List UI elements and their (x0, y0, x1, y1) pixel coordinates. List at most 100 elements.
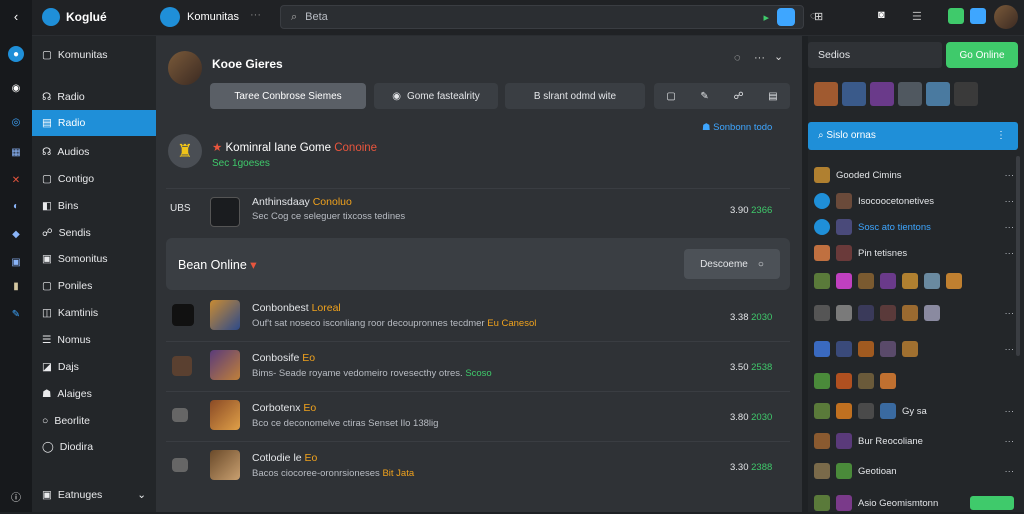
game-icon[interactable]: ✕ (8, 172, 24, 188)
nav-item[interactable]: ○ Beorlite (32, 408, 156, 434)
nav-item[interactable]: ▢ Poniles (32, 273, 156, 299)
nav-item-active[interactable]: ▤ Radio (32, 110, 156, 136)
link-icon[interactable]: ☍ (733, 91, 743, 102)
side-list-item[interactable]: Geotioan ··· (814, 460, 1014, 482)
nav-item[interactable]: ◫ Kamtinis (32, 300, 156, 326)
feed-row[interactable]: Conbonbest Loreal Ouf't sat noseco iscon… (166, 294, 790, 342)
people-icon: ☗ (42, 388, 52, 400)
entry-row[interactable]: UBS Anthinsdaay Conoluo Sec Cog ce seleg… (166, 188, 790, 234)
qr-icon[interactable]: ▣ (8, 254, 24, 270)
back-icon[interactable]: ‹ (8, 8, 24, 24)
image-icon[interactable]: ▤ (768, 91, 777, 102)
search-input[interactable]: Beta (305, 11, 328, 23)
more-icon[interactable]: ··· (250, 9, 261, 21)
feed-meta: 3.38 2030 (730, 312, 773, 323)
user-thumb[interactable] (814, 82, 838, 106)
user-thumb[interactable] (898, 82, 922, 106)
banner[interactable]: ⌕ Sislo ornas ⋮ (808, 122, 1018, 150)
avatar (880, 341, 896, 357)
user-thumb[interactable] (926, 82, 950, 106)
nav-item[interactable]: ☍ Sendis (32, 220, 156, 246)
sliders-icon[interactable]: ☰ (912, 10, 922, 23)
more-icon: ··· (1004, 435, 1015, 447)
edit-icon[interactable]: ✎ (8, 306, 24, 322)
avatar (836, 403, 852, 419)
side-list-item[interactable]: Sosc ato tientons ··· (814, 216, 1014, 238)
screen-icon[interactable]: ⊞ (814, 10, 823, 23)
nav-item[interactable]: ☗ Alaiges (32, 381, 156, 407)
nav-header[interactable]: ▢ Komunitas (32, 42, 156, 68)
audio-icon: ☊ (42, 146, 52, 158)
check-icon (814, 219, 830, 235)
nav-item[interactable]: ☊ Radio (32, 84, 156, 110)
side-list-item[interactable]: Gy sa ··· (814, 400, 1014, 422)
section-button[interactable]: Descoeme ○ (684, 249, 780, 279)
avatar (880, 403, 896, 419)
nav-footer[interactable]: ▣ Eatnuges ⌄ (32, 482, 156, 508)
scrollbar[interactable] (1016, 156, 1020, 356)
chevron-down-icon[interactable]: ⌄ (774, 50, 783, 63)
user-thumb[interactable] (842, 82, 866, 106)
nav-item[interactable]: ◯ Diodira (32, 434, 156, 460)
side-list-item[interactable]: ··· (814, 338, 1014, 360)
community-icon[interactable] (160, 7, 180, 27)
side-list-item[interactable] (814, 270, 1014, 292)
feed-row[interactable]: Cotlodie le Eo Bacos ciocoree-oronrsione… (166, 444, 790, 492)
side-list-item[interactable]: Bur Reocoliane ··· (814, 430, 1014, 452)
edit-icon[interactable]: ◌ (734, 52, 741, 64)
avatar (902, 341, 918, 357)
badge-icon: ▾ (250, 258, 257, 272)
more-icon[interactable]: ··· (754, 52, 765, 64)
side-list-item[interactable]: Pin tetisnes ··· (814, 242, 1014, 264)
more-icon: ··· (1004, 195, 1015, 207)
grid-icon[interactable]: ▦ (8, 144, 24, 160)
nav-item[interactable]: ▣ Somonitus (32, 246, 156, 272)
tab-gome[interactable]: ◉ Gome fastealrity (374, 83, 498, 109)
side-list-item[interactable]: Gooded Cimins ··· (814, 164, 1014, 186)
send-icon: ☍ (42, 227, 53, 239)
side-list-item[interactable]: Asio Geomismtonn (814, 492, 1014, 514)
avatar (836, 341, 852, 357)
user-thumb[interactable] (870, 82, 894, 106)
user-avatar[interactable] (994, 5, 1018, 29)
square-icon: ▢ (42, 49, 52, 61)
friends-icon[interactable] (970, 8, 986, 24)
search-bar[interactable]: ⌕ Beta ▸ (280, 5, 804, 29)
user-thumb[interactable] (954, 82, 978, 106)
nav-item[interactable]: ☰ Nomus (32, 327, 156, 353)
status-icon[interactable] (948, 8, 964, 24)
chat-icon[interactable]: ● (8, 46, 24, 62)
check-icon (814, 193, 830, 209)
tab-conbrose[interactable]: Taree Conbrose Siemes (210, 83, 366, 109)
feed-row[interactable]: Corbotenx Eo Bco ce deconomelve ctiras S… (166, 394, 790, 442)
compass-icon[interactable]: ◎ (8, 114, 24, 130)
link-icon[interactable]: ✎ (700, 91, 708, 102)
avatar (814, 341, 830, 357)
nav-item[interactable]: ◧ Bins (32, 193, 156, 219)
go-online-button[interactable]: Go Online (946, 42, 1018, 68)
nav-item[interactable]: ◪ Dajs (32, 354, 156, 380)
side-list-item[interactable]: Isocoocetonetives ··· (814, 190, 1014, 212)
flag-icon[interactable]: ▸ (763, 11, 769, 24)
side-list-item[interactable] (814, 370, 1014, 392)
tab-slrant[interactable]: B slrant odmd wite (505, 83, 645, 109)
circle-icon[interactable]: ◐ (8, 198, 24, 214)
link-text[interactable]: ☗ Sonbonn todo (702, 122, 772, 133)
side-list-item[interactable]: ··· (814, 302, 1014, 324)
feed-title: Corbotenx Eo (252, 402, 317, 414)
nav-item[interactable]: ▢ Contigo (32, 166, 156, 192)
feed-icon (172, 356, 192, 376)
feed-row[interactable]: Conbosife Eo Bims- Seade royame vedomeir… (166, 344, 790, 392)
toggle-icon[interactable] (777, 8, 795, 26)
tool-bar: ▢ ✎ ☍ ▤ (654, 83, 790, 109)
profile-avatar[interactable] (168, 51, 202, 85)
camera-icon[interactable]: ◙ (878, 9, 885, 21)
post-avatar[interactable]: ♜ (168, 134, 202, 168)
logo-icon (42, 8, 60, 26)
nav-item[interactable]: ☊ Audios (32, 139, 156, 165)
copy-icon[interactable]: ▢ (666, 91, 675, 102)
bird-icon[interactable]: ◆ (8, 226, 24, 242)
info-icon[interactable]: ⓘ (8, 488, 24, 504)
person-icon[interactable]: ▮ (8, 278, 24, 294)
message-icon[interactable]: ◉ (8, 80, 24, 96)
